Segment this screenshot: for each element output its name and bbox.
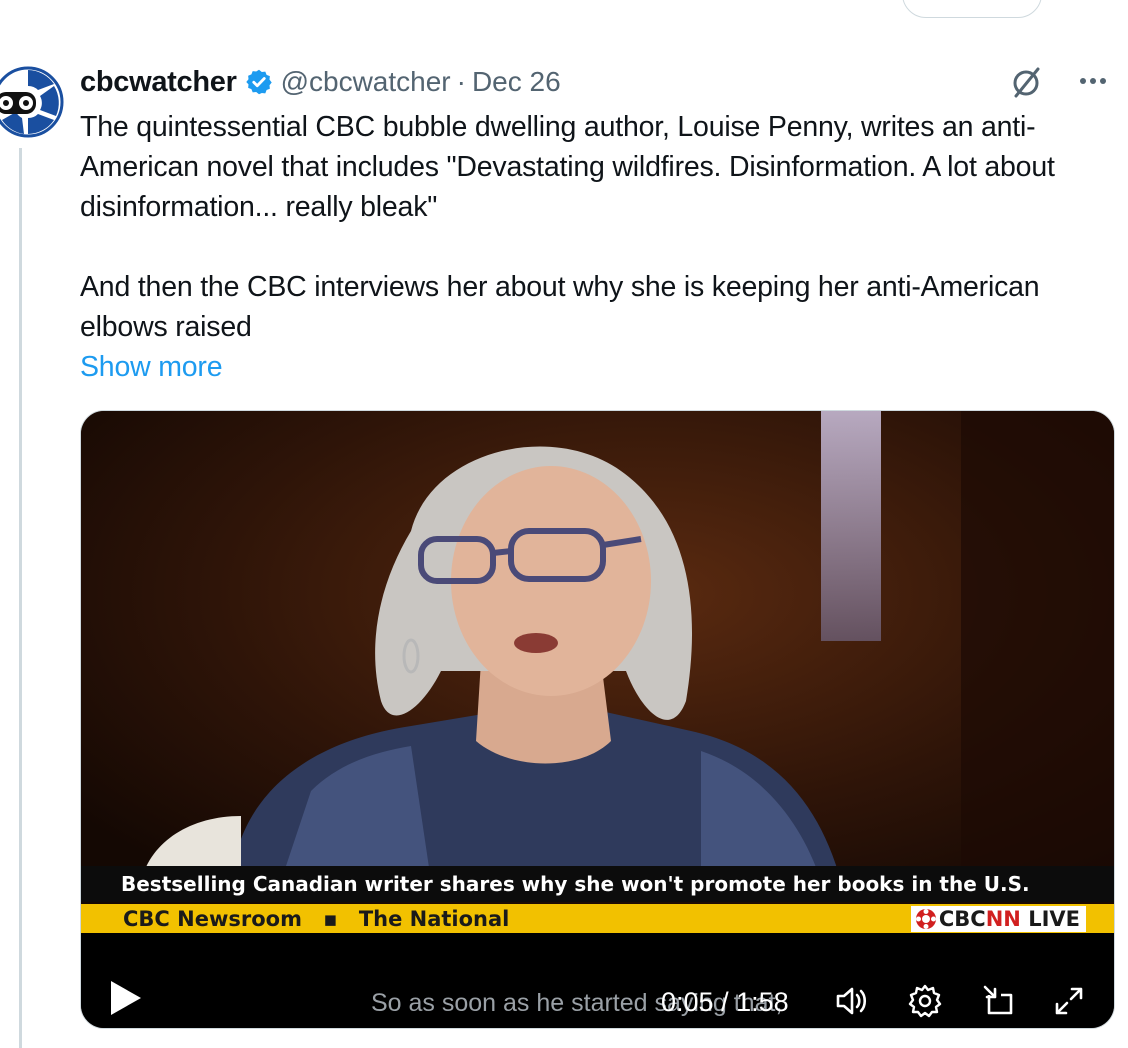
news-headline: Bestselling Canadian writer shares why s…	[81, 866, 1114, 902]
live-badge-cbc: CBC	[938, 907, 986, 931]
time-total: 1:58	[736, 987, 789, 1017]
separator-dot: ·	[456, 66, 466, 97]
tweet-paragraph: The quintessential CBC bubble dwelling a…	[80, 111, 1055, 223]
live-badge-live: LIVE	[1028, 907, 1080, 931]
play-icon[interactable]	[109, 979, 143, 1017]
time-separator: /	[713, 987, 737, 1017]
handle[interactable]: @cbcwatcher	[281, 66, 451, 98]
thread-line	[19, 148, 22, 1048]
top-partial-button[interactable]	[902, 0, 1042, 18]
more-dots-icon[interactable]	[1078, 74, 1108, 88]
cbcnn-live-badge: CBC NN LIVE	[910, 906, 1086, 932]
grok-icon[interactable]	[1008, 64, 1044, 100]
video-timecode: 0:05 / 1:58	[661, 987, 789, 1018]
cbc-gem-icon	[915, 909, 936, 929]
show-more-link[interactable]: Show more	[80, 347, 1120, 387]
video-player[interactable]: Bestselling Canadian writer shares why s…	[80, 410, 1115, 1029]
time-current: 0:05	[661, 987, 714, 1017]
program-name-left: CBC Newsroom	[123, 907, 302, 931]
video-frame	[81, 411, 1114, 933]
tweet-date[interactable]: Dec 26	[472, 66, 561, 98]
settings-gear-icon[interactable]	[907, 983, 943, 1019]
live-badge-nn: NN	[985, 907, 1021, 931]
picture-in-picture-icon[interactable]	[981, 983, 1017, 1019]
verified-badge-icon[interactable]	[245, 68, 273, 96]
tweet-text: The quintessential CBC bubble dwelling a…	[80, 107, 1120, 387]
display-name[interactable]: cbcwatcher	[80, 66, 237, 99]
avatar[interactable]	[0, 60, 64, 144]
tweet-header: cbcwatcher @cbcwatcher · Dec 26	[80, 64, 1108, 100]
program-name-right: The National	[358, 907, 510, 931]
program-separator: ▪	[323, 907, 338, 931]
fullscreen-icon[interactable]	[1051, 983, 1087, 1019]
video-controls: So as soon as he started saying that, 0:…	[81, 933, 1114, 1028]
tweet-paragraph: And then the CBC interviews her about wh…	[80, 271, 1040, 343]
volume-icon[interactable]	[833, 983, 869, 1019]
news-lower-third: Bestselling Canadian writer shares why s…	[81, 866, 1114, 934]
